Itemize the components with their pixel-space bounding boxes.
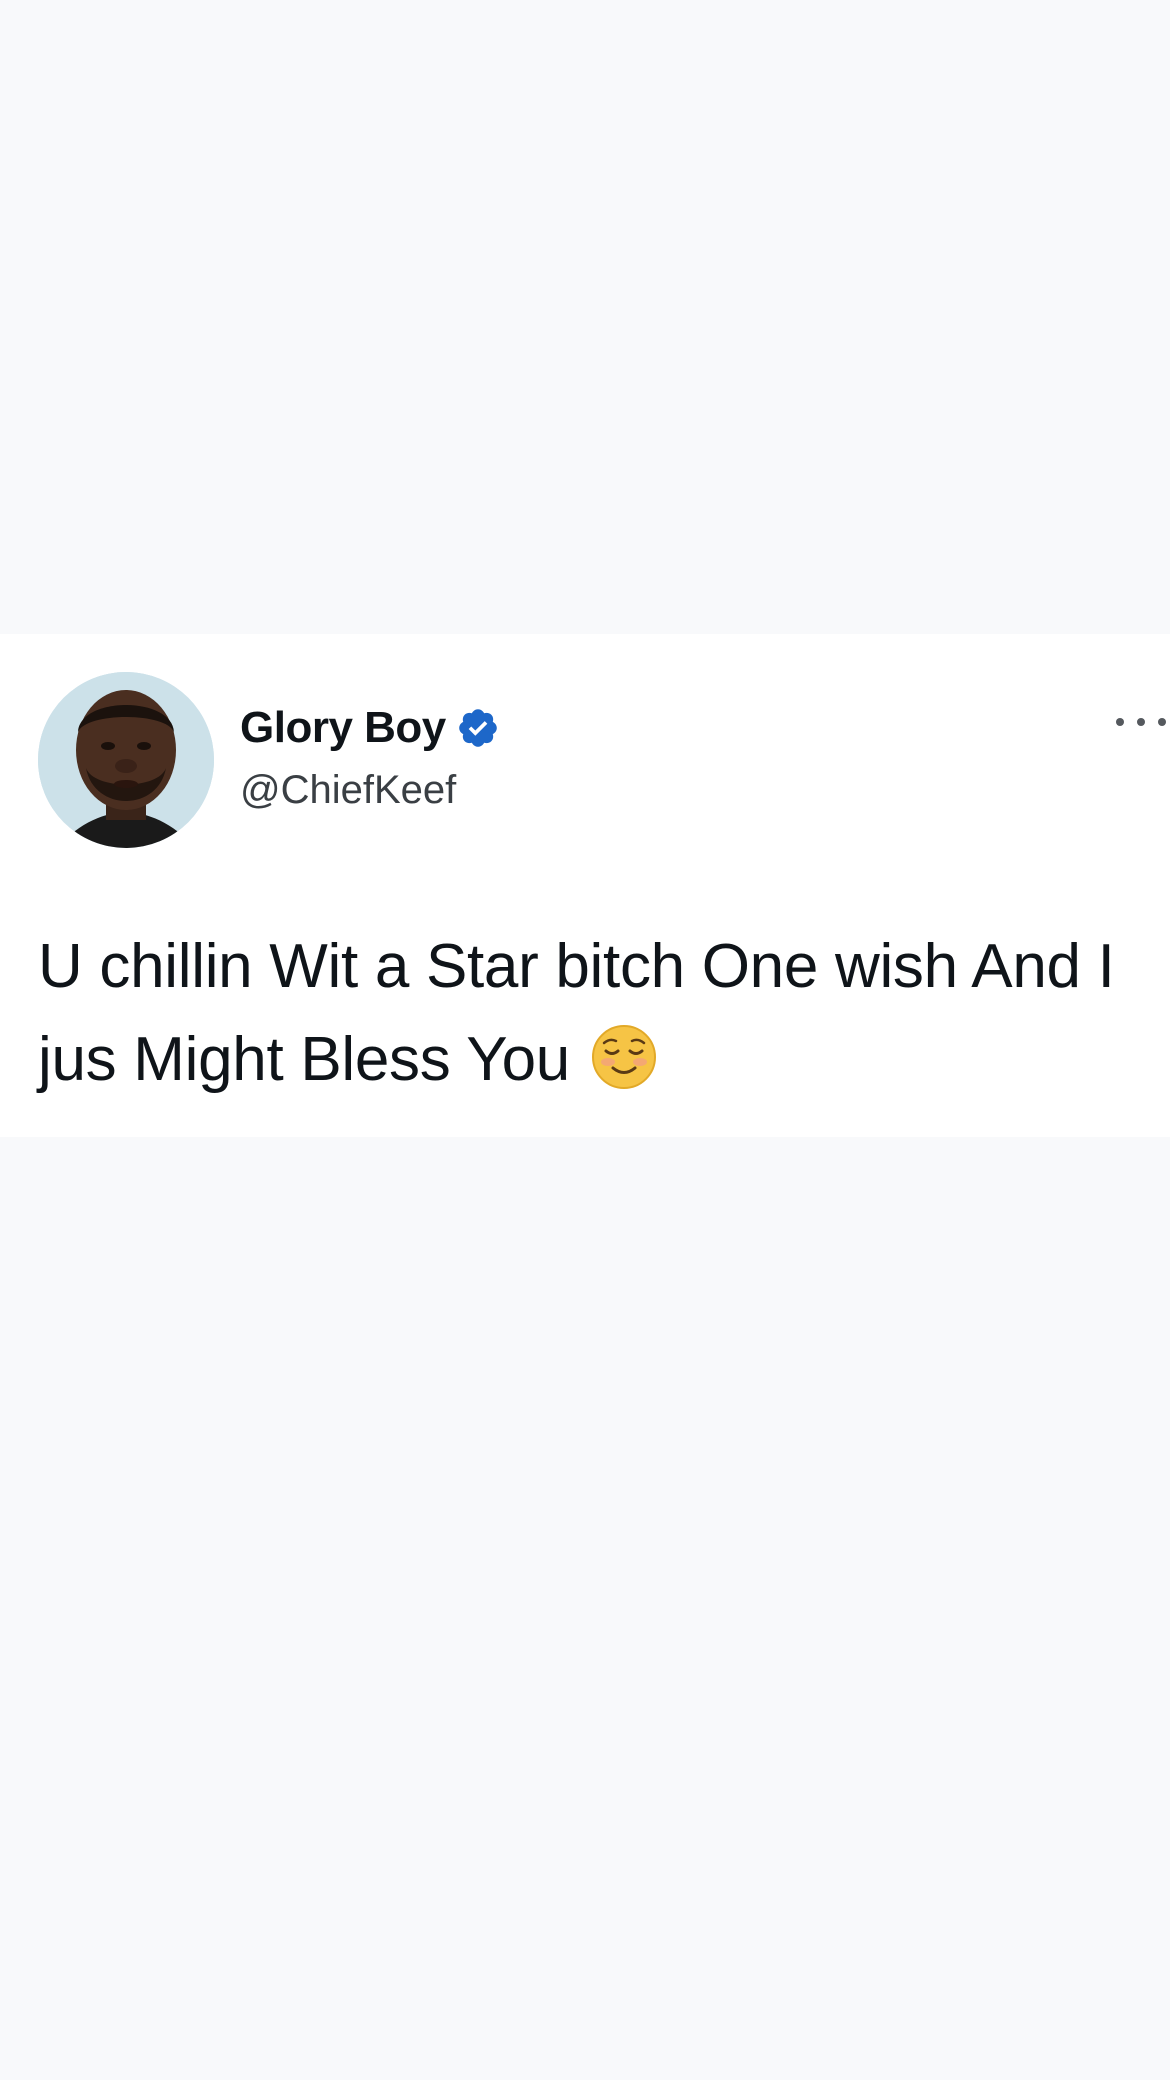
avatar-photo (38, 672, 214, 848)
display-name-row[interactable]: Glory Boy (240, 700, 500, 756)
user-handle[interactable]: @ChiefKeef (240, 768, 456, 813)
tweet-text: U chillin Wit a Star bitch One wish And … (38, 920, 1148, 1106)
tweet-text-content: U chillin Wit a Star bitch One wish And … (38, 932, 1115, 1094)
verified-badge-icon (456, 706, 500, 750)
avatar[interactable] (38, 672, 214, 848)
tweet-card: Glory Boy @ChiefKeef U chillin Wit a Sta… (0, 634, 1170, 1137)
more-options-icon[interactable] (1116, 714, 1166, 730)
smiling-face-with-blush-icon (591, 1023, 657, 1089)
display-name[interactable]: Glory Boy (240, 703, 446, 753)
